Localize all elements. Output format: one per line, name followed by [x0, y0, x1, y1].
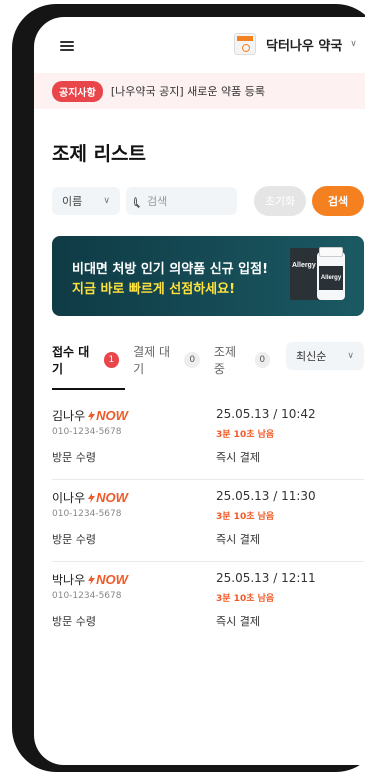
tab-count-badge: 1	[103, 352, 120, 368]
promo-banner[interactable]: 비대면 처방 인기 의약품 신규 입점! 지금 바로 빠르게 선점하세요! Al…	[52, 236, 364, 316]
tab-label: 조제 중	[213, 345, 236, 376]
patient-phone: 010-1234-5678	[52, 509, 122, 519]
order-datetime: 25.05.13 / 10:42	[216, 407, 316, 421]
tab-label: 접수 대기	[52, 345, 90, 376]
divider	[52, 479, 364, 480]
notice-text: [나우약국 공지] 새로운 약품 등록	[110, 85, 265, 98]
medicine-bottle-image: Allergy	[317, 247, 345, 300]
tab-pending-receipt[interactable]: 접수 대기 1	[52, 345, 126, 390]
store-selector[interactable]: 닥터나우 약국 ∨	[234, 31, 357, 57]
patient-name: 김나우	[52, 409, 86, 423]
now-badge: NOW	[88, 572, 128, 587]
pharmacy-logo-icon	[234, 33, 256, 55]
chevron-down-icon: ∨	[347, 351, 354, 361]
tab-pending-payment[interactable]: 결제 대기 0	[133, 345, 200, 376]
search-input[interactable]	[145, 193, 229, 209]
now-badge-text: NOW	[96, 572, 128, 587]
sort-select[interactable]: 최신순 ∨	[286, 342, 364, 370]
pickup-method: 방문 수령	[52, 451, 96, 464]
hamburger-menu-icon[interactable]	[60, 41, 74, 51]
order-name-row: 박나우 NOW	[52, 571, 128, 588]
lightning-icon	[88, 492, 96, 503]
tab-in-preparation[interactable]: 조제 중 0	[213, 345, 270, 376]
search-box	[126, 187, 237, 215]
search-icon	[134, 196, 137, 206]
box-product-label: Allergy	[292, 262, 316, 269]
payment-type: 즉시 결제	[216, 451, 260, 464]
order-item[interactable]: 이나우 NOW 010-1234-5678 방문 수령 25.05.13 / 1…	[52, 489, 364, 569]
patient-name: 박나우	[52, 573, 86, 587]
banner-line-2: 지금 바로 빠르게 선점하세요!	[72, 282, 236, 297]
bottle-product-label: Allergy	[319, 266, 343, 290]
order-item[interactable]: 박나우 NOW 010-1234-5678 방문 수령 25.05.13 / 1…	[52, 571, 364, 651]
chevron-down-icon: ∨	[350, 39, 357, 49]
now-badge: NOW	[88, 490, 128, 505]
status-tabs: 접수 대기 1 결제 대기 0 조제 중 0	[52, 345, 284, 390]
lightning-icon	[88, 574, 96, 585]
tab-label: 결제 대기	[133, 345, 171, 376]
search-filter-select[interactable]: 이름 ∨	[52, 187, 120, 215]
phone-frame: 닥터나우 약국 ∨ 공지사항 [나우약국 공지] 새로운 약품 등록 조제 리스…	[12, 4, 365, 772]
now-badge: NOW	[88, 408, 128, 423]
page-title: 조제 리스트	[52, 143, 147, 165]
time-remaining: 3분 10초 남음	[216, 594, 275, 604]
order-item[interactable]: 김나우 NOW 010-1234-5678 방문 수령 25.05.13 / 1…	[52, 407, 364, 487]
search-button[interactable]: 검색	[312, 186, 364, 216]
now-badge-text: NOW	[96, 490, 128, 505]
app-screen: 닥터나우 약국 ∨ 공지사항 [나우약국 공지] 새로운 약품 등록 조제 리스…	[34, 17, 365, 765]
order-name-row: 이나우 NOW	[52, 489, 128, 506]
payment-type: 즉시 결제	[216, 533, 260, 546]
notice-badge: 공지사항	[52, 80, 103, 102]
pickup-method: 방문 수령	[52, 615, 96, 628]
pickup-method: 방문 수령	[52, 533, 96, 546]
search-filter-value: 이름	[62, 195, 83, 208]
order-name-row: 김나우 NOW	[52, 407, 128, 424]
chevron-down-icon: ∨	[103, 196, 110, 206]
store-name: 닥터나우 약국	[266, 38, 343, 54]
time-remaining: 3분 10초 남음	[216, 430, 275, 440]
order-datetime: 25.05.13 / 11:30	[216, 489, 316, 503]
banner-line-1: 비대면 처방 인기 의약품 신규 입점!	[72, 262, 268, 277]
lightning-icon	[88, 410, 96, 421]
patient-phone: 010-1234-5678	[52, 591, 122, 601]
notice-bar[interactable]: 공지사항 [나우약국 공지] 새로운 약품 등록	[34, 73, 365, 109]
tab-count-badge: 0	[254, 352, 270, 368]
time-remaining: 3분 10초 남음	[216, 512, 275, 522]
order-datetime: 25.05.13 / 12:11	[216, 571, 316, 585]
reset-button[interactable]: 초기화	[254, 186, 306, 216]
app-header: 닥터나우 약국 ∨	[34, 17, 365, 73]
patient-name: 이나우	[52, 491, 86, 505]
patient-phone: 010-1234-5678	[52, 427, 122, 437]
payment-type: 즉시 결제	[216, 615, 260, 628]
tab-count-badge: 0	[184, 352, 200, 368]
now-badge-text: NOW	[96, 408, 128, 423]
sort-value: 최신순	[296, 350, 327, 363]
divider	[52, 561, 364, 562]
